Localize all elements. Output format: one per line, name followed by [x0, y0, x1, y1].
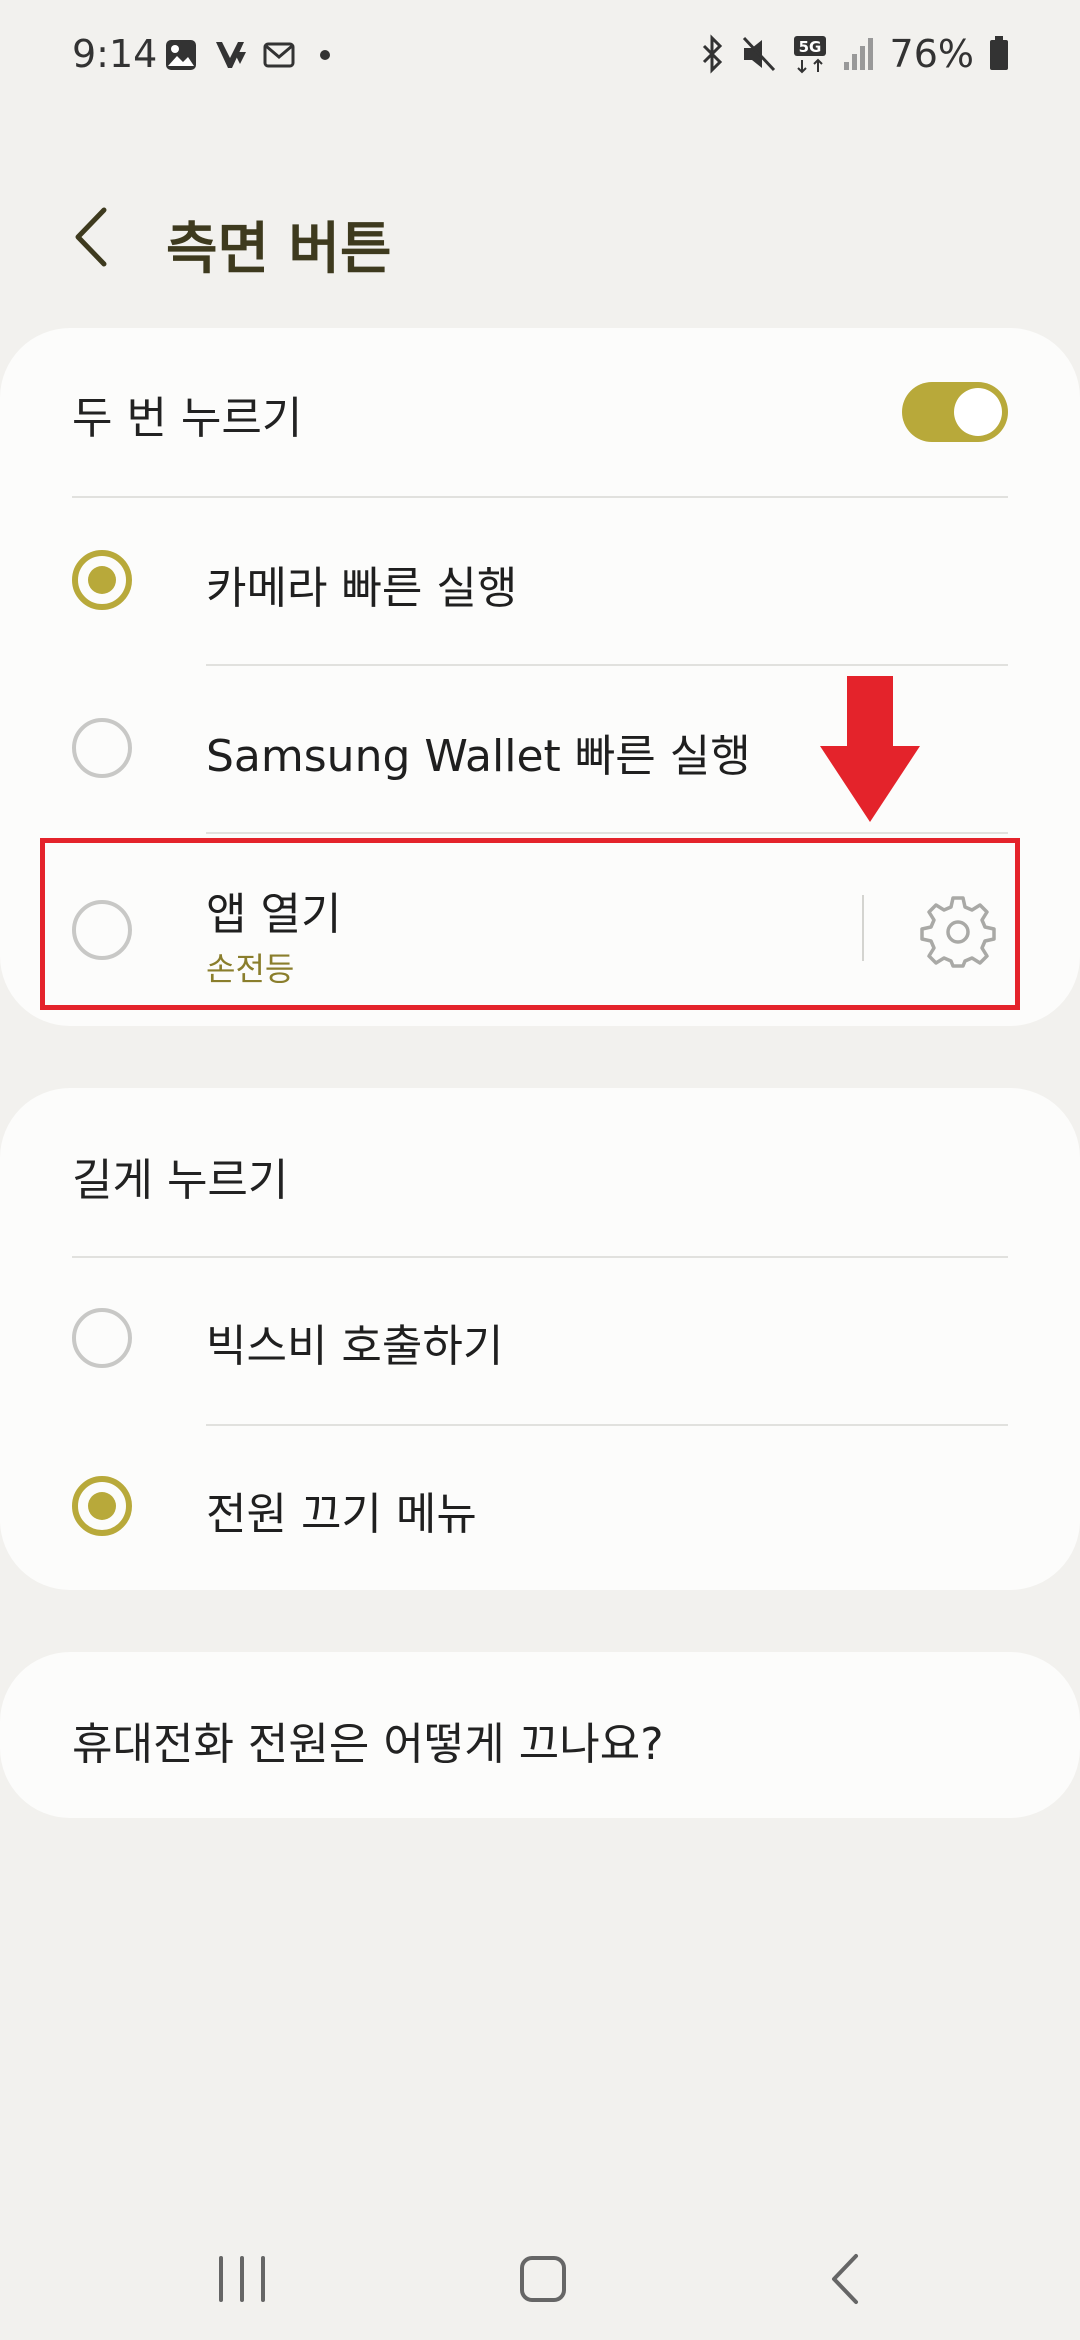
double-press-switch[interactable] [902, 382, 1008, 442]
option-camera-quick-launch[interactable]: 카메라 빠른 실행 [0, 498, 1080, 664]
5g-icon: 5G [793, 36, 826, 74]
double-press-toggle-row[interactable]: 두 번 누르기 [0, 328, 1080, 496]
app-icon [216, 42, 246, 68]
help-card[interactable]: 휴대전화 전원은 어떻게 끄나요? [0, 1652, 1080, 1818]
recent-apps-icon[interactable] [207, 2244, 277, 2314]
page-title: 측면 버튼 [166, 217, 392, 282]
option-label: 빅스비 호출하기 [206, 1321, 504, 1372]
svg-text:5G: 5G [798, 38, 821, 56]
long-press-header: 길게 누르기 [0, 1088, 1080, 1256]
highlight-box [40, 838, 1020, 1010]
switch-knob [954, 388, 1002, 436]
mail-icon [263, 42, 295, 68]
long-press-card: 길게 누르기 빅스비 호출하기 전원 끄기 메뉴 [0, 1088, 1080, 1590]
radio-samsung-wallet[interactable] [72, 718, 132, 778]
bluetooth-icon [702, 34, 722, 74]
radio-camera-quick-launch[interactable] [72, 550, 132, 610]
back-button[interactable] [62, 202, 132, 272]
navigation-bar [0, 2200, 1080, 2340]
radio-power-off-menu[interactable] [72, 1476, 132, 1536]
battery-percent: 76% [889, 32, 974, 76]
double-press-label: 두 번 누르기 [72, 393, 303, 444]
option-label: 카메라 빠른 실행 [206, 563, 518, 614]
option-label: Samsung Wallet 빠른 실행 [206, 731, 751, 782]
signal-icon [843, 38, 873, 70]
battery-icon [990, 36, 1008, 70]
option-label: 전원 끄기 메뉴 [206, 1489, 477, 1540]
help-link[interactable]: 휴대전화 전원은 어떻게 끄나요? [72, 1708, 664, 1772]
gallery-icon [166, 40, 196, 70]
option-power-off-menu[interactable]: 전원 끄기 메뉴 [0, 1426, 1080, 1590]
long-press-label: 길게 누르기 [72, 1155, 289, 1206]
back-icon[interactable] [812, 2244, 882, 2314]
app-header: 측면 버튼 [0, 180, 1080, 290]
radio-bixby[interactable] [72, 1308, 132, 1368]
arrow-down-icon [820, 676, 920, 822]
dot-icon [320, 50, 330, 60]
status-bar: 9:14 5G 76% [0, 0, 1080, 120]
status-time: 9:14 [72, 32, 158, 76]
option-bixby[interactable]: 빅스비 호출하기 [0, 1258, 1080, 1424]
home-icon[interactable] [508, 2244, 578, 2314]
mute-icon [742, 36, 775, 72]
